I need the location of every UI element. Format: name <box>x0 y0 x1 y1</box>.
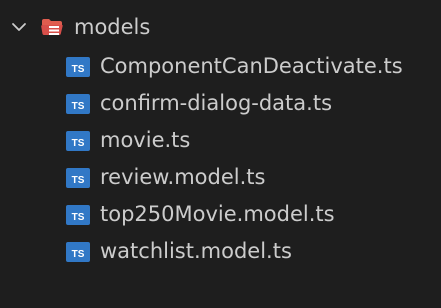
chevron-down-icon[interactable] <box>10 18 28 36</box>
typescript-file-icon: TS <box>66 56 90 77</box>
file-label: movie.ts <box>100 128 191 152</box>
typescript-file-icon: TS <box>66 130 90 151</box>
file-row-confirm-dialog-data[interactable]: TS confirm-dialog-data.ts <box>0 85 441 122</box>
typescript-file-icon: TS <box>66 241 90 262</box>
file-label: watchlist.model.ts <box>100 239 292 263</box>
typescript-file-icon: TS <box>66 204 90 225</box>
file-row-watchlist-model[interactable]: TS watchlist.model.ts <box>0 233 441 270</box>
file-label: top250Movie.model.ts <box>100 202 335 226</box>
file-label: review.model.ts <box>100 165 266 189</box>
file-explorer-tree: models TS ComponentCanDeactivate.ts TS c… <box>0 0 441 308</box>
file-row-movie[interactable]: TS movie.ts <box>0 122 441 159</box>
file-row-review-model[interactable]: TS review.model.ts <box>0 159 441 196</box>
typescript-file-icon: TS <box>66 93 90 114</box>
file-row-top250movie-model[interactable]: TS top250Movie.model.ts <box>0 196 441 233</box>
file-label: ComponentCanDeactivate.ts <box>100 54 403 78</box>
folder-models-row[interactable]: models <box>0 6 441 48</box>
file-row-componentcandeactivate[interactable]: TS ComponentCanDeactivate.ts <box>0 48 441 85</box>
typescript-file-icon: TS <box>66 167 90 188</box>
file-label: confirm-dialog-data.ts <box>100 91 333 115</box>
folder-open-icon <box>40 17 64 37</box>
folder-label: models <box>74 14 151 39</box>
